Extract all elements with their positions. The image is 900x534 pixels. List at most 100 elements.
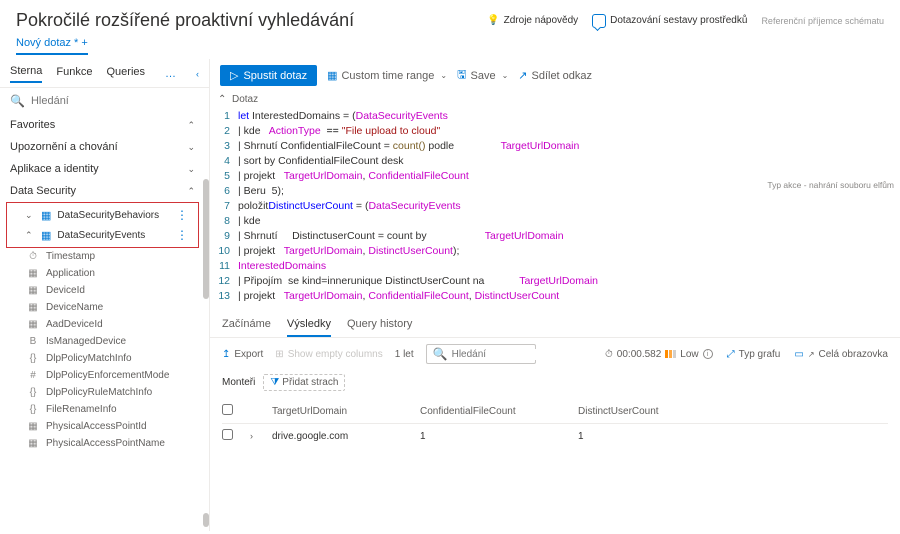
apps-identity-section[interactable]: Aplikace a identity ⌄	[0, 158, 205, 180]
type-icon: {}	[26, 353, 40, 364]
chevron-down-icon: ⌄	[187, 164, 195, 175]
show-empty-columns[interactable]: ⊞ Show empty columns	[275, 349, 382, 360]
play-icon: ▷	[230, 69, 238, 82]
table-icon: ▦	[41, 229, 51, 242]
table-header: TargetUrlDomain ConfidentialFileCount Di…	[222, 399, 888, 424]
chevron-down-icon: ⌄	[25, 210, 35, 221]
field-physicalaccesspointid[interactable]: ▦PhysicalAccessPointId	[0, 418, 205, 435]
field-ismanageddevice[interactable]: BIsManagedDevice	[0, 333, 205, 350]
type-icon: {}	[26, 404, 40, 415]
row-checkbox[interactable]	[222, 429, 233, 440]
field-timestamp[interactable]: ⏱Timestamp	[0, 248, 205, 265]
help-link[interactable]: 💡 Zdroje nápovědy	[487, 15, 578, 26]
type-icon: ▦	[26, 302, 40, 313]
query-editor[interactable]: 1let InterestedDomains = (DataSecurityEv…	[210, 105, 900, 312]
run-query-button[interactable]: ▷ Spustit dotaz	[220, 65, 317, 86]
fullscreen-icon: ▭	[794, 349, 803, 360]
scrollbar[interactable]	[203, 179, 209, 299]
results-search-input[interactable]	[452, 349, 584, 360]
share-button[interactable]: ↗ Sdílet odkaz	[518, 69, 592, 82]
chevron-up-icon: ⌃	[187, 120, 195, 131]
page-title: Pokročilé rozšířené proaktivní vyhledává…	[16, 10, 487, 31]
table-row[interactable]: › drive.google.com 1 1	[222, 424, 888, 448]
queries-tab[interactable]: Queries	[107, 66, 146, 82]
field-physicalaccesspointname[interactable]: ▦PhysicalAccessPointName	[0, 435, 205, 452]
results-search[interactable]: 🔍	[426, 344, 536, 364]
field-deviceid[interactable]: ▦DeviceId	[0, 282, 205, 299]
resources-link[interactable]: Dotazování sestavy prostředků	[592, 14, 747, 28]
speech-bubble-icon	[592, 14, 606, 28]
new-query-tab[interactable]: Nový dotaz* +	[16, 37, 88, 55]
more-vertical-icon[interactable]: ⋮	[176, 208, 188, 222]
highlighted-tables: ⌄ ▦ DataSecurityBehaviors ⋮ ⌃ ▦ DataSecu…	[6, 202, 199, 248]
filters-label: Monteři	[222, 377, 255, 388]
type-icon: ▦	[26, 421, 40, 432]
field-devicename[interactable]: ▦DeviceName	[0, 299, 205, 316]
export-icon: ↥	[222, 349, 230, 360]
expand-icon: ↗	[808, 350, 815, 359]
tab-results[interactable]: Výsledky	[287, 318, 331, 337]
scrollbar[interactable]	[203, 513, 209, 527]
field-dlppolicyrulematchinfo[interactable]: {}DlpPolicyRuleMatchInfo	[0, 384, 205, 401]
table-datasecurityevents[interactable]: ⌃ ▦ DataSecurityEvents ⋮	[7, 225, 198, 245]
type-icon: {}	[26, 387, 40, 398]
share-icon: ↗	[518, 69, 527, 82]
search-input[interactable]	[31, 95, 199, 107]
export-button[interactable]: ↥ Export	[222, 349, 263, 360]
tab-getstarted[interactable]: Začínáme	[222, 318, 271, 337]
result-count: 1 let	[395, 349, 414, 360]
filter-icon: ⧩	[270, 377, 279, 388]
search-icon: 🔍	[433, 347, 448, 361]
col-distinctusercount[interactable]: DistinctUserCount	[578, 406, 698, 417]
field-filerenameinfo[interactable]: {}FileRenameInfo	[0, 401, 205, 418]
select-all-checkbox[interactable]	[222, 404, 233, 415]
type-icon: ▦	[26, 319, 40, 330]
add-filter-button[interactable]: ⧩ Přidat strach	[263, 374, 345, 391]
bulb-icon: 💡	[487, 15, 499, 26]
col-confidentialfilecount[interactable]: ConfidentialFileCount	[420, 406, 570, 417]
chevron-down-icon: ⌄	[440, 71, 447, 80]
more-dots[interactable]: …	[165, 68, 176, 80]
collapse-query-icon[interactable]: ⌃	[218, 94, 226, 105]
query-label: Dotaz	[210, 92, 900, 105]
more-vertical-icon[interactable]: ⋮	[176, 228, 188, 242]
chevron-left-icon[interactable]: ‹	[196, 69, 199, 79]
calendar-icon: ▦	[327, 69, 337, 82]
data-security-section[interactable]: Data Security ⌃	[0, 180, 205, 202]
chevron-down-icon: ⌄	[502, 71, 509, 80]
save-icon: 🖫	[457, 66, 466, 85]
field-application[interactable]: ▦Application	[0, 265, 205, 282]
chart-icon: ⤢	[727, 349, 735, 360]
schema-tab[interactable]: Sterna	[10, 65, 42, 83]
info-icon[interactable]: i	[703, 349, 713, 359]
expand-row-icon[interactable]: ›	[250, 431, 264, 441]
columns-icon: ⊞	[275, 349, 283, 360]
type-icon: ⏱	[26, 251, 40, 262]
field-aaddeviceid[interactable]: ▦AadDeviceId	[0, 316, 205, 333]
field-dlppolicymatchinfo[interactable]: {}DlpPolicyMatchInfo	[0, 350, 205, 367]
tab-history[interactable]: Query history	[347, 318, 412, 337]
favorites-section[interactable]: Favorites ⌃	[0, 114, 205, 136]
perf-meter	[665, 350, 676, 358]
time-range-button[interactable]: ▦ Custom time range ⌄	[327, 69, 447, 82]
plus-icon[interactable]: +	[81, 37, 87, 49]
type-icon: #	[26, 370, 40, 381]
col-targeturldomain[interactable]: TargetUrlDomain	[272, 406, 412, 417]
chevron-up-icon: ⌃	[187, 186, 195, 197]
save-button[interactable]: 🖫 Save ⌄	[457, 66, 508, 85]
fullscreen-button[interactable]: ▭ ↗ Celá obrazovka	[794, 349, 888, 360]
table-datasecuritybehaviors[interactable]: ⌄ ▦ DataSecurityBehaviors ⋮	[7, 205, 198, 225]
type-icon: B	[26, 336, 40, 347]
alerts-section[interactable]: Upozornění a chování ⌄	[0, 136, 205, 158]
type-icon: ▦	[26, 285, 40, 296]
type-icon: ▦	[26, 438, 40, 449]
elapsed-time: ⏱ 00:00.582 Low i	[605, 349, 713, 360]
schema-reference-link[interactable]: Referenční příjemce schématu	[761, 16, 884, 26]
field-dlppolicyenforcementmode[interactable]: #DlpPolicyEnforcementMode	[0, 367, 205, 384]
table-icon: ▦	[41, 209, 51, 222]
stopwatch-icon: ⏱	[605, 349, 613, 360]
functions-tab[interactable]: Funkce	[56, 66, 92, 82]
chevron-up-icon: ⌃	[25, 230, 35, 241]
sidebar-search[interactable]: 🔍	[0, 88, 209, 114]
chart-type-button[interactable]: ⤢ Typ grafu	[727, 349, 781, 360]
